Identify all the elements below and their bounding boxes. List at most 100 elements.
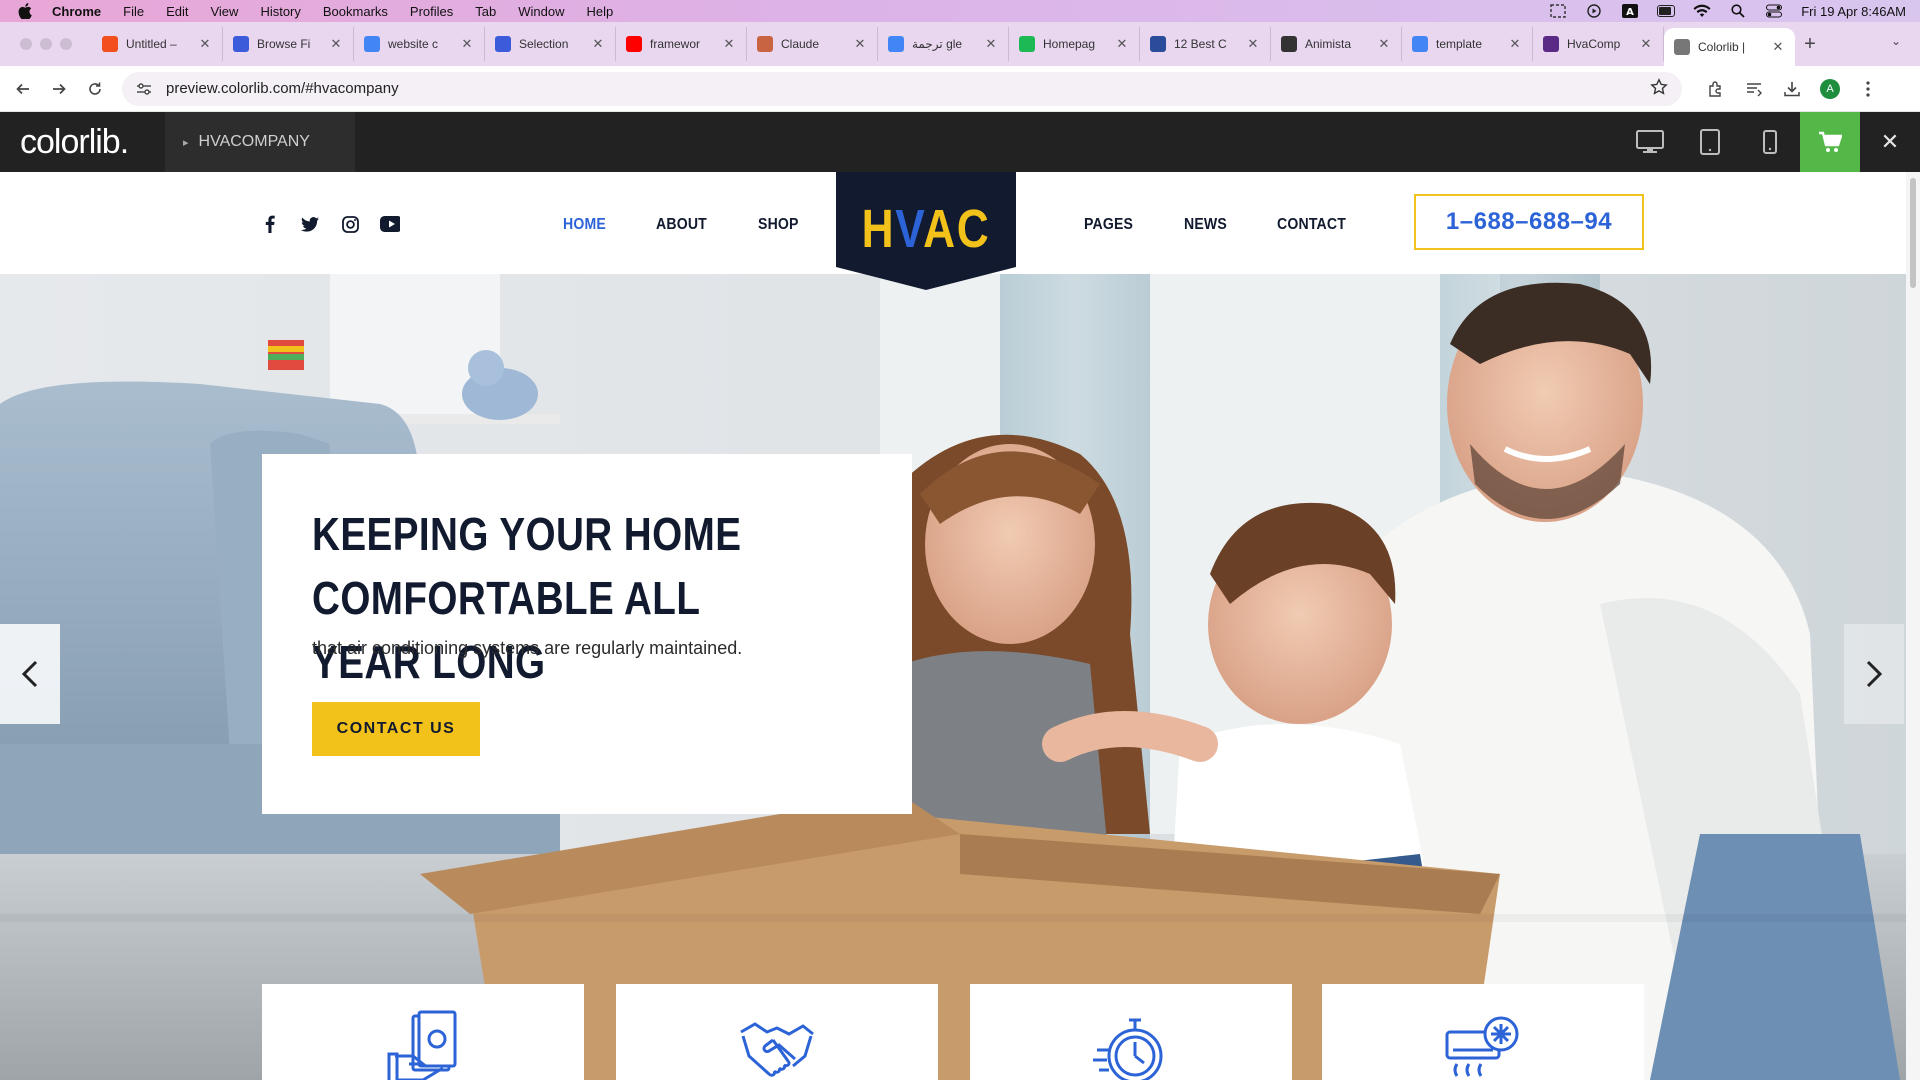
tab-title: Browse Fi bbox=[257, 37, 311, 51]
tab-favicon-icon bbox=[1281, 36, 1297, 52]
menu-profiles[interactable]: Profiles bbox=[410, 4, 453, 19]
browser-tab[interactable]: Colorlib | ✕ bbox=[1664, 28, 1795, 66]
browser-tab[interactable]: Untitled – ✕ bbox=[92, 27, 223, 61]
tab-close-icon[interactable]: ✕ bbox=[1115, 36, 1129, 52]
twitter-icon[interactable] bbox=[300, 214, 320, 234]
forward-button[interactable] bbox=[42, 72, 76, 106]
keyboard-input-icon[interactable]: A bbox=[1621, 4, 1639, 18]
nav-shop[interactable]: SHOP bbox=[758, 216, 799, 234]
tab-close-icon[interactable]: ✕ bbox=[1508, 36, 1522, 52]
menu-help[interactable]: Help bbox=[587, 4, 614, 19]
tab-title: website c bbox=[388, 37, 439, 51]
browser-tab[interactable]: website c ✕ bbox=[354, 27, 485, 61]
hero-slider: KEEPING YOUR HOME COMFORTABLE ALL YEAR L… bbox=[0, 274, 1906, 1080]
scrollbar-thumb[interactable] bbox=[1910, 178, 1916, 288]
hero-title: KEEPING YOUR HOME COMFORTABLE ALL YEAR L… bbox=[312, 508, 742, 688]
tab-close-icon[interactable]: ✕ bbox=[591, 36, 605, 52]
back-button[interactable] bbox=[6, 72, 40, 106]
browser-tab[interactable]: Animista ✕ bbox=[1271, 27, 1402, 61]
browser-tab[interactable]: framewor ✕ bbox=[616, 27, 747, 61]
tablet-view-button[interactable] bbox=[1680, 112, 1740, 172]
contact-us-button[interactable]: CONTACT US bbox=[312, 702, 480, 756]
slider-next-button[interactable] bbox=[1844, 624, 1904, 724]
zoom-window-button[interactable] bbox=[60, 38, 72, 50]
tab-close-icon[interactable]: ✕ bbox=[1771, 39, 1785, 55]
reading-list-icon[interactable] bbox=[1744, 79, 1764, 99]
reload-button[interactable] bbox=[78, 72, 112, 106]
slider-prev-button[interactable] bbox=[0, 624, 60, 724]
address-bar[interactable]: preview.colorlib.com/#hvacompany bbox=[122, 71, 1682, 106]
browser-tab[interactable]: Claude ✕ bbox=[747, 27, 878, 61]
tab-close-icon[interactable]: ✕ bbox=[722, 36, 736, 52]
profile-avatar[interactable]: A bbox=[1820, 78, 1840, 99]
menu-app-name[interactable]: Chrome bbox=[52, 4, 101, 19]
browser-tab[interactable]: Homepag ✕ bbox=[1009, 27, 1140, 61]
colorlib-logo[interactable]: colorlib. bbox=[0, 112, 165, 172]
tab-title: template bbox=[1436, 37, 1483, 51]
page-scrollbar[interactable] bbox=[1906, 172, 1920, 1080]
extensions-icon[interactable] bbox=[1706, 79, 1726, 99]
play-icon[interactable] bbox=[1585, 4, 1603, 18]
browser-tab[interactable]: ترجمة gle ✕ bbox=[878, 27, 1009, 61]
phone-number-button[interactable]: 1–688–688–94 bbox=[1414, 194, 1644, 250]
colorlib-preview-bar: colorlib. ▸ HVACOMPANY ✕ bbox=[0, 112, 1920, 172]
tab-close-icon[interactable]: ✕ bbox=[198, 36, 212, 52]
feature-card-ac-repair[interactable] bbox=[1322, 984, 1644, 1080]
nav-about[interactable]: ABOUT bbox=[656, 216, 707, 234]
facebook-icon[interactable] bbox=[260, 214, 280, 234]
youtube-icon[interactable] bbox=[380, 214, 400, 234]
menu-tab[interactable]: Tab bbox=[475, 4, 496, 19]
tab-favicon-icon bbox=[626, 36, 642, 52]
close-window-button[interactable] bbox=[20, 38, 32, 50]
menu-history[interactable]: History bbox=[260, 4, 300, 19]
chrome-menu-icon[interactable] bbox=[1858, 79, 1878, 99]
browser-tab[interactable]: Selection ✕ bbox=[485, 27, 616, 61]
tab-title: Selection bbox=[519, 37, 569, 51]
menu-window[interactable]: Window bbox=[518, 4, 564, 19]
menu-bookmarks[interactable]: Bookmarks bbox=[323, 4, 388, 19]
nav-home[interactable]: HOME bbox=[563, 216, 606, 234]
instagram-icon[interactable] bbox=[340, 214, 360, 234]
tab-close-icon[interactable]: ✕ bbox=[1377, 36, 1391, 52]
feature-card-fast-service[interactable] bbox=[970, 984, 1292, 1080]
browser-tab[interactable]: 12 Best C ✕ bbox=[1140, 27, 1271, 61]
tab-close-icon[interactable]: ✕ bbox=[984, 36, 998, 52]
feature-card-trust[interactable] bbox=[616, 984, 938, 1080]
tab-close-icon[interactable]: ✕ bbox=[1246, 36, 1260, 52]
browser-tab[interactable]: template ✕ bbox=[1402, 27, 1533, 61]
tab-close-icon[interactable]: ✕ bbox=[329, 36, 343, 52]
tab-close-icon[interactable]: ✕ bbox=[1639, 36, 1653, 52]
nav-pages[interactable]: PAGES bbox=[1084, 216, 1133, 234]
downloads-icon[interactable] bbox=[1782, 79, 1802, 99]
browser-tab[interactable]: HvaComp ✕ bbox=[1533, 27, 1664, 61]
nav-contact[interactable]: CONTACT bbox=[1277, 216, 1346, 234]
battery-icon[interactable] bbox=[1657, 4, 1676, 18]
minimize-window-button[interactable] bbox=[40, 38, 52, 50]
url-text[interactable]: preview.colorlib.com/#hvacompany bbox=[166, 80, 1650, 97]
menu-edit[interactable]: Edit bbox=[166, 4, 188, 19]
site-logo[interactable]: HVAC bbox=[836, 172, 1016, 290]
tab-close-icon[interactable]: ✕ bbox=[460, 36, 474, 52]
menu-bar-clock[interactable]: Fri 19 Apr 8:46AM bbox=[1801, 4, 1906, 19]
wifi-icon[interactable] bbox=[1693, 4, 1711, 18]
tab-search-chevron-icon[interactable]: ⌄ bbox=[1886, 34, 1906, 54]
desktop-view-button[interactable] bbox=[1620, 112, 1680, 172]
site-info-icon[interactable] bbox=[136, 82, 152, 96]
browser-tab[interactable]: Browse Fi ✕ bbox=[223, 27, 354, 61]
feature-card-pricing[interactable] bbox=[262, 984, 584, 1080]
bookmark-star-icon[interactable] bbox=[1650, 77, 1668, 100]
close-preview-button[interactable]: ✕ bbox=[1860, 112, 1920, 172]
new-tab-button[interactable]: + bbox=[1795, 33, 1825, 56]
tab-title: Colorlib | bbox=[1698, 40, 1746, 54]
tab-close-icon[interactable]: ✕ bbox=[853, 36, 867, 52]
apple-menu-icon[interactable] bbox=[18, 3, 36, 19]
control-center-icon[interactable] bbox=[1765, 4, 1783, 18]
menu-file[interactable]: File bbox=[123, 4, 144, 19]
buy-theme-button[interactable] bbox=[1800, 112, 1860, 172]
menu-view[interactable]: View bbox=[210, 4, 238, 19]
mobile-view-button[interactable] bbox=[1740, 112, 1800, 172]
screenshot-icon[interactable] bbox=[1549, 4, 1567, 18]
nav-news[interactable]: NEWS bbox=[1184, 216, 1227, 234]
spotlight-search-icon[interactable] bbox=[1729, 4, 1747, 18]
theme-selector[interactable]: ▸ HVACOMPANY bbox=[165, 112, 355, 172]
